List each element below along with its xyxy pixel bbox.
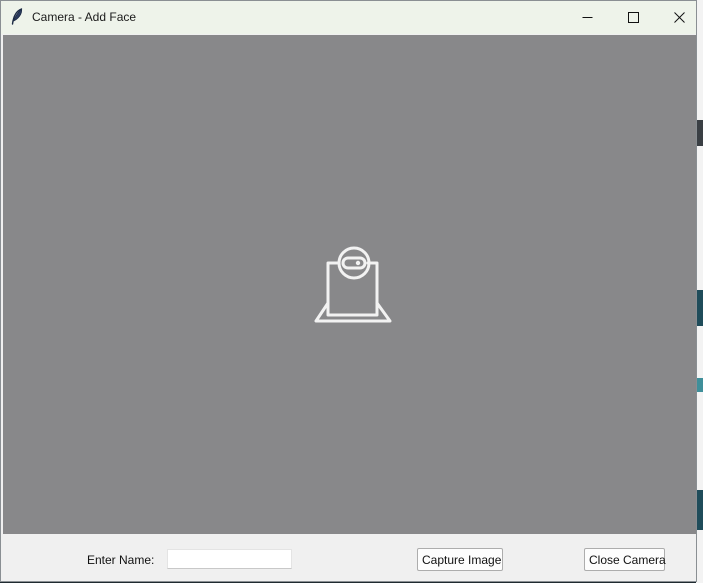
maximize-button[interactable]: [610, 1, 656, 34]
webcam-icon: [314, 246, 392, 323]
background-edge-mark: [696, 378, 703, 392]
minimize-button[interactable]: [564, 1, 610, 34]
background-edge-mark: [696, 290, 703, 326]
camera-preview: [3, 35, 696, 534]
close-icon: [673, 12, 685, 23]
maximize-icon: [627, 12, 639, 23]
window-title: Camera - Add Face: [32, 10, 137, 24]
name-input[interactable]: [167, 549, 292, 569]
feather-icon: [11, 8, 23, 25]
background-edge-mark: [696, 120, 703, 146]
name-label: Enter Name:: [87, 553, 155, 567]
minimize-icon: [582, 17, 592, 18]
control-bar: Enter Name: Capture Image Close Camera: [1, 534, 696, 581]
camera-window: Camera - Add Face Enter Name: Capture Im…: [0, 0, 697, 582]
capture-image-button[interactable]: Capture Image: [417, 548, 503, 571]
title-bar[interactable]: Camera - Add Face: [1, 1, 696, 34]
background-edge-mark: [696, 490, 703, 530]
close-window-button[interactable]: [656, 1, 696, 34]
background-desktop-edge: [696, 0, 703, 583]
close-camera-button[interactable]: Close Camera: [584, 548, 666, 571]
